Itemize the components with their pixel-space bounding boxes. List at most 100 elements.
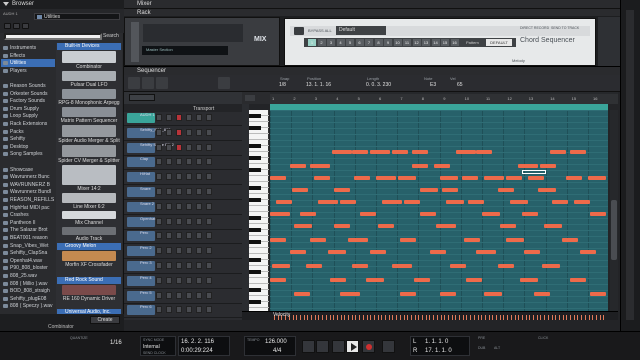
select-tool-icon[interactable] xyxy=(128,77,140,89)
midi-note[interactable] xyxy=(450,264,466,268)
midi-note[interactable] xyxy=(440,292,456,296)
record-arm-button[interactable] xyxy=(176,173,182,181)
midi-note[interactable] xyxy=(378,224,394,228)
pattern-pad[interactable]: 1 xyxy=(308,39,316,46)
midi-note[interactable] xyxy=(270,212,290,216)
device-thumbnail[interactable] xyxy=(62,145,116,157)
tempo-box[interactable]: TEMPO 126.000 4/4 xyxy=(244,336,296,356)
midi-note[interactable] xyxy=(476,250,496,254)
track-name[interactable]: AUDH 1 xyxy=(140,112,155,117)
midi-note[interactable] xyxy=(392,150,408,154)
mute-button[interactable] xyxy=(156,143,162,151)
midi-note[interactable] xyxy=(290,250,306,254)
midi-note[interactable] xyxy=(562,238,578,242)
record-arm-button[interactable] xyxy=(176,306,182,314)
midi-note[interactable] xyxy=(360,212,376,216)
midi-note[interactable] xyxy=(306,264,322,268)
search-input[interactable] xyxy=(4,33,102,40)
zoom-tool-icon[interactable] xyxy=(218,77,230,89)
loop-locators[interactable]: L 1. 1. 1. 0 R 17. 1. 1. 0 xyxy=(410,336,470,356)
midi-note[interactable] xyxy=(506,176,522,180)
length-value[interactable]: 0. 0. 3. 230 xyxy=(366,82,391,88)
midi-note[interactable] xyxy=(400,238,416,242)
midi-note[interactable] xyxy=(476,150,492,154)
record-arm-button[interactable] xyxy=(176,262,182,269)
options-button[interactable] xyxy=(206,188,212,195)
track-name[interactable]: Perc 6 xyxy=(140,304,152,309)
device-name[interactable]: Spider CV Merger & Splitter xyxy=(58,158,120,164)
automation-button[interactable] xyxy=(196,247,202,255)
piano-black-key[interactable] xyxy=(249,288,261,292)
eraser-tool-icon[interactable] xyxy=(156,77,168,89)
lane-button[interactable] xyxy=(186,173,192,181)
velocity-stem[interactable] xyxy=(381,315,383,320)
device-name[interactable]: Combinator xyxy=(58,64,120,70)
midi-note[interactable] xyxy=(500,224,516,228)
midi-note[interactable] xyxy=(370,150,390,154)
solo-button[interactable] xyxy=(166,217,172,225)
velocity-stem[interactable] xyxy=(385,315,386,320)
mute-button[interactable] xyxy=(156,232,162,240)
midi-note[interactable] xyxy=(376,176,396,180)
midi-note[interactable] xyxy=(528,176,544,180)
fast-forward-button[interactable] xyxy=(316,340,329,353)
back-button[interactable] xyxy=(4,23,11,29)
midi-note[interactable] xyxy=(456,150,476,154)
velocity-stem[interactable] xyxy=(362,315,364,320)
midi-note[interactable] xyxy=(270,278,286,282)
pattern-pad[interactable]: 9 xyxy=(384,39,392,46)
midi-note[interactable] xyxy=(590,292,606,296)
velocity-stem[interactable] xyxy=(348,315,349,320)
midi-note[interactable] xyxy=(332,150,352,154)
pattern-pad[interactable]: 14 xyxy=(431,39,440,46)
velocity-stem[interactable] xyxy=(303,315,305,320)
solo-button[interactable] xyxy=(166,247,172,255)
midi-note[interactable] xyxy=(370,250,386,254)
vertical-scrollbar[interactable] xyxy=(626,10,634,320)
velocity-stem[interactable] xyxy=(377,315,379,320)
velocity-stem[interactable] xyxy=(366,315,368,320)
record-arm-button[interactable] xyxy=(176,188,182,195)
snap-value[interactable]: 1/8 xyxy=(279,82,286,88)
lane-button[interactable] xyxy=(186,276,192,284)
midi-note[interactable] xyxy=(430,250,446,254)
midi-note[interactable] xyxy=(310,238,326,242)
midi-note[interactable] xyxy=(414,278,430,282)
velocity-stem[interactable] xyxy=(529,315,531,320)
velocity-stem[interactable] xyxy=(329,315,331,320)
midi-note[interactable] xyxy=(520,278,538,282)
piano-black-key[interactable] xyxy=(249,156,261,160)
velocity-stem[interactable] xyxy=(447,315,449,320)
sequencer-header[interactable]: Sequencer xyxy=(124,66,620,75)
pencil-tool-icon[interactable] xyxy=(142,77,154,89)
velocity-stem[interactable] xyxy=(540,315,542,320)
solo-button[interactable] xyxy=(166,232,172,240)
automation-button[interactable] xyxy=(196,291,202,299)
record-arm-button[interactable] xyxy=(176,232,182,240)
device-thumbnail[interactable] xyxy=(62,89,116,99)
midi-note[interactable] xyxy=(436,224,456,228)
options-button[interactable] xyxy=(206,291,212,299)
solo-button[interactable] xyxy=(166,128,172,136)
lane-button[interactable] xyxy=(186,128,192,136)
velocity-stem[interactable] xyxy=(340,315,342,320)
solo-button[interactable] xyxy=(166,262,172,269)
click-label[interactable]: CLICK xyxy=(538,336,548,340)
midi-note[interactable] xyxy=(420,188,438,192)
device-name[interactable]: Morfin XF Crossfader xyxy=(58,262,120,268)
midi-note[interactable] xyxy=(552,200,568,204)
velocity-stem[interactable] xyxy=(570,315,571,320)
midi-note[interactable] xyxy=(366,278,384,282)
record-arm-button[interactable] xyxy=(176,128,182,136)
solo-button[interactable] xyxy=(166,173,172,181)
lane-button[interactable] xyxy=(186,262,192,269)
midi-note[interactable] xyxy=(270,238,286,242)
piano-black-key[interactable] xyxy=(249,168,261,172)
velocity-stem[interactable] xyxy=(396,315,398,320)
velocity-stem[interactable] xyxy=(551,315,553,320)
record-arm-button[interactable] xyxy=(176,247,182,255)
song-position-box[interactable]: 16. 2. 2. 116 0:00:29:224 xyxy=(178,336,230,356)
mute-button[interactable] xyxy=(156,291,162,299)
piano-black-key[interactable] xyxy=(249,300,261,304)
record-button[interactable] xyxy=(362,340,375,353)
